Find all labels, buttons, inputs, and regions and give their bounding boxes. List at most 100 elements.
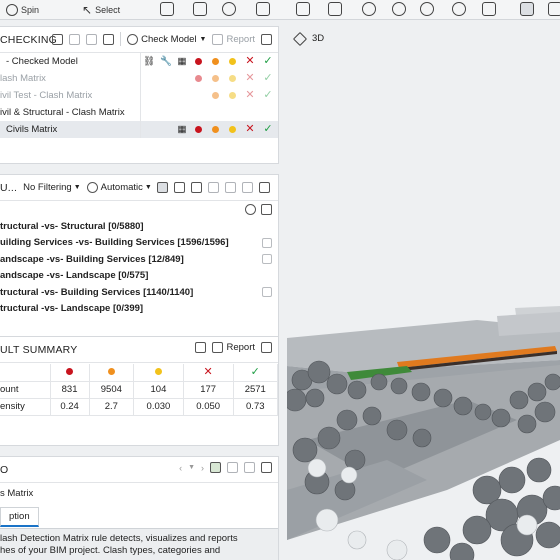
lock-open-icon[interactable]	[224, 182, 236, 193]
separator	[120, 32, 122, 46]
measure-icon[interactable]	[482, 2, 496, 16]
select-button[interactable]: ↖ Select	[82, 1, 120, 18]
zoom-in-icon[interactable]	[362, 2, 376, 16]
result-action-icon[interactable]	[262, 254, 272, 264]
filter-dropdown[interactable]: No Filtering	[23, 182, 72, 193]
isolate-icon[interactable]	[256, 2, 270, 16]
panel-menu-icon[interactable]	[258, 182, 270, 193]
dropdown-arrow-icon[interactable]: ▼	[188, 464, 195, 471]
checking-title: CHECKING	[0, 33, 58, 46]
tree-view-icon[interactable]	[156, 182, 168, 193]
select-label: Select	[95, 4, 121, 15]
download-icon[interactable]	[69, 33, 81, 45]
result-label: tructural -vs- Building Services [1140/1…	[0, 286, 194, 298]
tree-row[interactable]: lash Matrix ✕ ✓	[0, 70, 278, 87]
result-label: uilding Services -vs- Building Services …	[0, 237, 229, 249]
home-view-icon[interactable]	[520, 2, 534, 16]
results-subtools	[0, 201, 278, 218]
check-circle-icon	[127, 33, 139, 45]
accepted-icon: ✓	[263, 72, 273, 84]
grid-icon[interactable]: ▦	[174, 53, 190, 70]
critical-dot	[194, 126, 202, 133]
panel-menu-icon[interactable]	[261, 33, 272, 45]
result-row[interactable]: tructural -vs- Landscape [0/399]	[0, 301, 278, 318]
tab-description[interactable]: ption	[0, 507, 39, 527]
result-row[interactable]: tructural -vs- Building Services [1140/1…	[0, 284, 278, 301]
check-model-label: Check Model	[141, 33, 197, 45]
rejected-icon: ✕	[203, 365, 213, 378]
automatic-dropdown[interactable]: Automatic	[101, 182, 143, 193]
info-title: O	[0, 463, 9, 476]
accepted-icon: ✓	[263, 89, 273, 101]
report-label: Report	[226, 33, 255, 45]
summary-cell: 0.050	[183, 398, 234, 416]
hide-icon[interactable]	[222, 2, 236, 16]
tree-row[interactable]: ivil Test - Clash Matrix ✕ ✓	[0, 87, 278, 104]
description-line: lash Detection Matrix rule detects, visu…	[0, 533, 238, 544]
result-action-icon[interactable]	[262, 287, 272, 297]
sync-icon[interactable]	[210, 462, 221, 473]
dropdown-arrow-icon: ▼	[199, 35, 207, 43]
wrench-icon[interactable]: 🔧	[158, 53, 174, 70]
unlock-icon[interactable]	[241, 182, 253, 193]
result-row[interactable]: tructural -vs- Structural [0/5880]	[0, 218, 278, 235]
link-icon[interactable]: ⛓	[141, 53, 157, 70]
layers-icon[interactable]	[328, 2, 342, 16]
info-subtitle: s Matrix	[0, 487, 34, 499]
tree-row-label: - Checked Model	[6, 56, 78, 67]
folder-icon[interactable]	[52, 33, 64, 45]
tree-row-selected[interactable]: Civils Matrix ▦ ✕ ✓	[0, 121, 278, 138]
unlock-icon[interactable]	[244, 462, 255, 473]
summary-panel: ULT SUMMARY Report ✕ ✓ ount 831 9504 104…	[0, 336, 279, 446]
box-icon[interactable]	[160, 2, 174, 16]
lock-icon[interactable]	[207, 182, 219, 193]
prev-icon[interactable]: ‹	[179, 463, 182, 473]
description-line: hes of your BIM project. Clash types, ca…	[0, 545, 221, 556]
group-icon[interactable]	[190, 182, 202, 193]
report-button[interactable]: Report	[212, 33, 255, 45]
result-row[interactable]: andscape -vs- Building Services [12/849]	[0, 251, 278, 268]
lock-icon[interactable]	[227, 462, 238, 473]
summary-cell: 177	[183, 381, 234, 399]
critical-dot	[194, 58, 202, 65]
summary-cell: 0.24	[50, 398, 90, 416]
zoom-fit-icon[interactable]	[420, 2, 434, 16]
minor-dot	[228, 58, 236, 65]
next-icon[interactable]: ›	[201, 463, 204, 473]
result-action-icon[interactable]	[262, 237, 272, 248]
grid-icon[interactable]: ▦	[174, 121, 190, 138]
delete-icon[interactable]	[103, 33, 115, 45]
result-row[interactable]: uilding Services -vs- Building Services …	[0, 235, 278, 252]
upload-icon[interactable]	[86, 33, 98, 45]
zoom-out-icon[interactable]	[392, 2, 406, 16]
zoom-selection-icon[interactable]	[452, 2, 466, 16]
info-tools: ‹ ▼ ›	[179, 462, 272, 473]
model-scene	[287, 306, 560, 560]
minor-dot	[228, 75, 236, 82]
panel-menu-icon[interactable]	[261, 342, 272, 353]
building-block	[497, 312, 560, 336]
list-view-icon[interactable]	[173, 182, 185, 193]
spin-button[interactable]: Spin	[6, 1, 39, 18]
check-model-button[interactable]: Check Model ▼	[127, 33, 207, 45]
tree-row[interactable]: ivil & Structural - Clash Matrix	[0, 104, 278, 121]
summary-report-button[interactable]: Report	[212, 342, 255, 353]
3d-viewport[interactable]: 3D	[287, 20, 560, 560]
link-icon[interactable]	[245, 204, 256, 215]
rejected-icon: ✕	[245, 55, 255, 67]
report-icon	[212, 33, 224, 45]
result-row[interactable]: andscape -vs- Landscape [0/575]	[0, 268, 278, 285]
more-icon[interactable]	[548, 2, 560, 16]
checking-panel: CHECKING Check Model ▼ Report - Checked …	[0, 26, 279, 164]
panel-menu-icon[interactable]	[261, 462, 272, 473]
dropdown-arrow-icon[interactable]: ▼	[145, 184, 152, 191]
focus-icon[interactable]	[261, 204, 272, 215]
spin-icon	[6, 3, 18, 16]
accepted-icon: ✓	[250, 365, 260, 378]
tree-row[interactable]: - Checked Model ⛓ 🔧 ▦ ✕ ✓	[0, 53, 278, 70]
cube-icon[interactable]	[193, 2, 207, 16]
dropdown-arrow-icon[interactable]: ▼	[74, 184, 81, 191]
info-panel: O ‹ ▼ › s Matrix ption lash Detection Ma…	[0, 456, 279, 560]
section-box-icon[interactable]	[296, 2, 310, 16]
cube-icon[interactable]	[195, 342, 207, 353]
